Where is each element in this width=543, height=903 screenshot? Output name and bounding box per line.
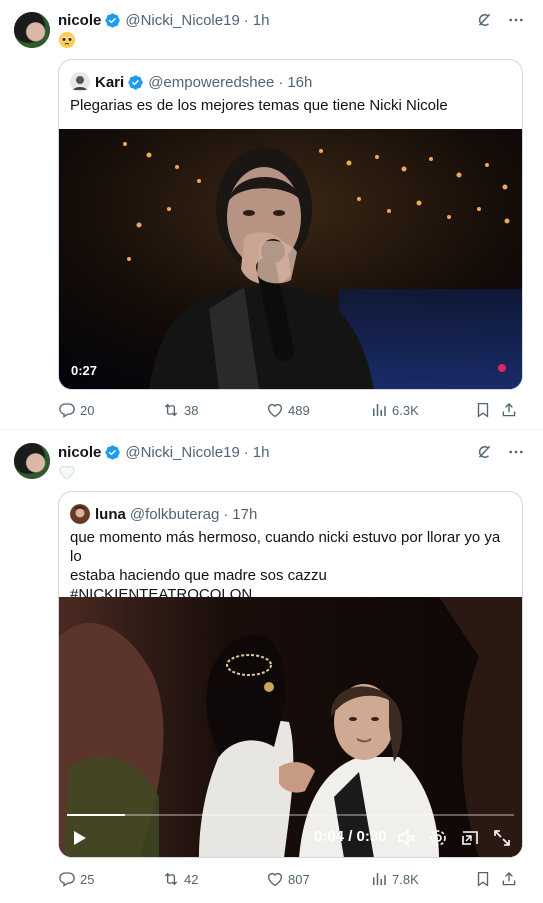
- repost-button[interactable]: 38: [162, 401, 266, 419]
- bookmark-button[interactable]: [474, 401, 500, 419]
- like-count: 807: [288, 871, 310, 887]
- share-button[interactable]: [500, 870, 524, 888]
- tweet[interactable]: nicole @Nicki_Nicole19 · 1h luna @folkbu…: [0, 431, 543, 903]
- tweet-actions: 20 38 489 6.3K: [58, 399, 528, 421]
- share-button[interactable]: [500, 401, 524, 419]
- repost-count: 42: [184, 871, 199, 887]
- quoted-author-handle: @empoweredshee: [148, 73, 275, 91]
- top-actions: [475, 443, 525, 461]
- verified-badge-icon: [127, 74, 144, 91]
- reply-icon: [58, 401, 76, 419]
- video-frame: [59, 129, 522, 389]
- video-timecode: 0:04 / 0:30: [314, 828, 387, 845]
- settings-icon[interactable]: [428, 828, 448, 848]
- quoted-tweet[interactable]: luna @folkbuterag · 17h que momento más …: [58, 491, 523, 858]
- views-button[interactable]: 7.8K: [370, 870, 474, 888]
- quoted-author-name: Kari: [95, 73, 125, 91]
- tweet-actions: 25 42 807 7.8K: [58, 868, 528, 890]
- video-player[interactable]: 0:04 / 0:30: [59, 597, 522, 857]
- more-options-icon[interactable]: [507, 11, 525, 29]
- quoted-text-line: que momento más hermoso, cuando nicki es…: [70, 529, 501, 565]
- like-icon: [266, 870, 284, 888]
- verified-badge-icon: [104, 444, 121, 461]
- repost-icon: [162, 870, 180, 888]
- quoted-tweet-text: Plegarias es de los mejores temas que ti…: [70, 97, 448, 114]
- play-icon[interactable]: [69, 828, 89, 848]
- reply-icon: [58, 870, 76, 888]
- reply-button[interactable]: 25: [58, 870, 162, 888]
- tweet[interactable]: nicole @Nicki_Nicole19 · 1h Kari @empowe…: [0, 0, 543, 430]
- video-progress-fill: [67, 814, 126, 816]
- views-icon: [370, 870, 388, 888]
- quoted-author-handle: @folkbuterag: [129, 505, 220, 523]
- video-controls: 0:04 / 0:30: [59, 814, 522, 857]
- author-name[interactable]: nicole: [58, 444, 101, 461]
- bookmark-icon: [474, 401, 492, 419]
- live-indicator-icon: [498, 364, 506, 372]
- author-name[interactable]: nicole: [58, 12, 101, 29]
- repost-button[interactable]: 42: [162, 870, 266, 888]
- quoted-avatar: [70, 72, 90, 92]
- quoted-tweet-text: que momento más hermoso, cuando nicki es…: [70, 528, 510, 604]
- like-button[interactable]: 489: [266, 401, 370, 419]
- share-icon: [500, 401, 518, 419]
- separator-dot: ·: [278, 73, 284, 91]
- grok-icon[interactable]: [475, 11, 493, 29]
- author-handle[interactable]: @Nicki_Nicole19: [125, 444, 239, 461]
- video-player[interactable]: 0:27: [59, 129, 522, 389]
- top-actions: [475, 11, 525, 29]
- views-button[interactable]: 6.3K: [370, 401, 474, 419]
- view-count: 6.3K: [392, 402, 419, 418]
- repost-count: 38: [184, 402, 199, 418]
- like-count: 489: [288, 402, 310, 418]
- reply-button[interactable]: 20: [58, 401, 162, 419]
- repost-icon: [162, 401, 180, 419]
- like-button[interactable]: 807: [266, 870, 370, 888]
- timestamp[interactable]: 1h: [253, 444, 270, 461]
- separator-dot: ·: [243, 11, 249, 29]
- view-count: 7.8K: [392, 871, 419, 887]
- quoted-text-line: estaba haciendo que madre sos cazzu: [70, 567, 327, 584]
- avatar[interactable]: [14, 12, 50, 48]
- quoted-timestamp: 17h: [232, 505, 258, 523]
- white-heart-emoji-icon: [59, 465, 75, 480]
- mute-icon[interactable]: [396, 828, 416, 848]
- author-handle[interactable]: @Nicki_Nicole19: [125, 12, 239, 29]
- timestamp[interactable]: 1h: [253, 12, 270, 29]
- reply-count: 20: [80, 402, 95, 418]
- views-icon: [370, 401, 388, 419]
- separator-dot: ·: [223, 505, 229, 523]
- quoted-author-name: luna: [95, 505, 126, 523]
- bookmark-button[interactable]: [474, 870, 500, 888]
- reply-count: 25: [80, 871, 95, 887]
- quoted-avatar: [70, 504, 90, 524]
- quoted-timestamp: 16h: [287, 73, 313, 91]
- separator-dot: ·: [243, 443, 249, 461]
- grok-icon[interactable]: [475, 443, 493, 461]
- video-progress-bar[interactable]: [67, 814, 514, 816]
- pleading-face-emoji-icon: [59, 32, 75, 48]
- quoted-tweet[interactable]: Kari @empoweredshee · 16h Plegarias es d…: [58, 59, 523, 390]
- more-options-icon[interactable]: [507, 443, 525, 461]
- quoted-tweet-header: Kari @empoweredshee · 16h: [70, 71, 312, 93]
- share-icon: [500, 870, 518, 888]
- fullscreen-icon[interactable]: [492, 828, 512, 848]
- tweet-header: nicole @Nicki_Nicole19 · 1h: [58, 9, 269, 31]
- verified-badge-icon: [104, 12, 121, 29]
- picture-in-picture-icon[interactable]: [460, 828, 480, 848]
- avatar[interactable]: [14, 443, 50, 479]
- tweet-header: nicole @Nicki_Nicole19 · 1h: [58, 441, 269, 463]
- video-duration: 0:27: [71, 363, 98, 378]
- bookmark-icon: [474, 870, 492, 888]
- quoted-tweet-header: luna @folkbuterag · 17h: [70, 503, 257, 525]
- like-icon: [266, 401, 284, 419]
